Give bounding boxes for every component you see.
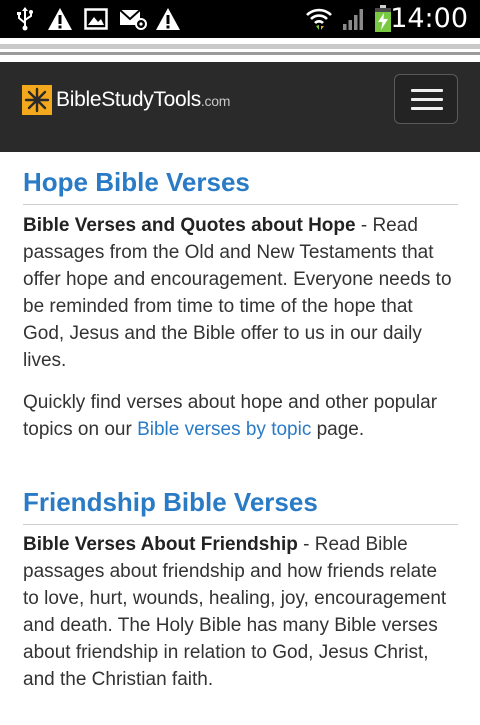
- menu-bar-line: [411, 98, 443, 101]
- site-header: BibleStudyTools.com: [0, 62, 480, 152]
- note-text-after: page.: [311, 419, 365, 440]
- section-title[interactable]: Hope Bible Verses: [23, 166, 458, 198]
- usb-icon: [14, 6, 36, 32]
- section-lead-text: - Read Bible passages about friendship a…: [23, 534, 447, 690]
- toolbar-divider: [0, 44, 480, 49]
- section-description: Bible Verses About Friendship - Read Bib…: [23, 531, 458, 693]
- menu-button[interactable]: [394, 74, 458, 124]
- email-at-icon: [118, 6, 148, 32]
- section-lead: Bible Verses and Quotes about Hope: [23, 215, 356, 236]
- toolbar-divider: [0, 52, 480, 55]
- section-divider: [23, 524, 458, 525]
- menu-bar-line: [411, 107, 443, 110]
- section-divider: [23, 204, 458, 205]
- section-lead-text: - Read passages from the Old and New Tes…: [23, 215, 452, 371]
- section-lead: Bible Verses About Friendship: [23, 534, 298, 555]
- warning-icon: [46, 6, 74, 32]
- site-logo[interactable]: BibleStudyTools.com: [22, 84, 230, 116]
- status-bar: 14:00: [0, 0, 480, 38]
- wifi-icon: [304, 6, 334, 32]
- section-description: Bible Verses and Quotes about Hope - Rea…: [23, 212, 458, 374]
- warning-icon: [154, 6, 182, 32]
- bible-verses-by-topic-link[interactable]: Bible verses by topic: [137, 419, 311, 440]
- status-time: 14:00: [390, 3, 468, 34]
- topic-section-friendship: Friendship Bible Verses Bible Verses Abo…: [23, 486, 458, 693]
- image-icon: [83, 6, 109, 32]
- section-title[interactable]: Friendship Bible Verses: [23, 486, 458, 518]
- logo-text: BibleStudyTools.com: [56, 88, 230, 112]
- section-note: Quickly find verses about hope and other…: [23, 389, 458, 443]
- browser-toolbar-edge: [0, 38, 480, 62]
- logo-name: BibleStudyTools: [56, 88, 201, 111]
- topic-section-hope: Hope Bible Verses Bible Verses and Quote…: [23, 166, 458, 443]
- menu-bar-line: [411, 89, 443, 92]
- signal-icon: [340, 6, 368, 32]
- logo-suffix: .com: [200, 93, 231, 109]
- star-burst-icon: [22, 85, 52, 115]
